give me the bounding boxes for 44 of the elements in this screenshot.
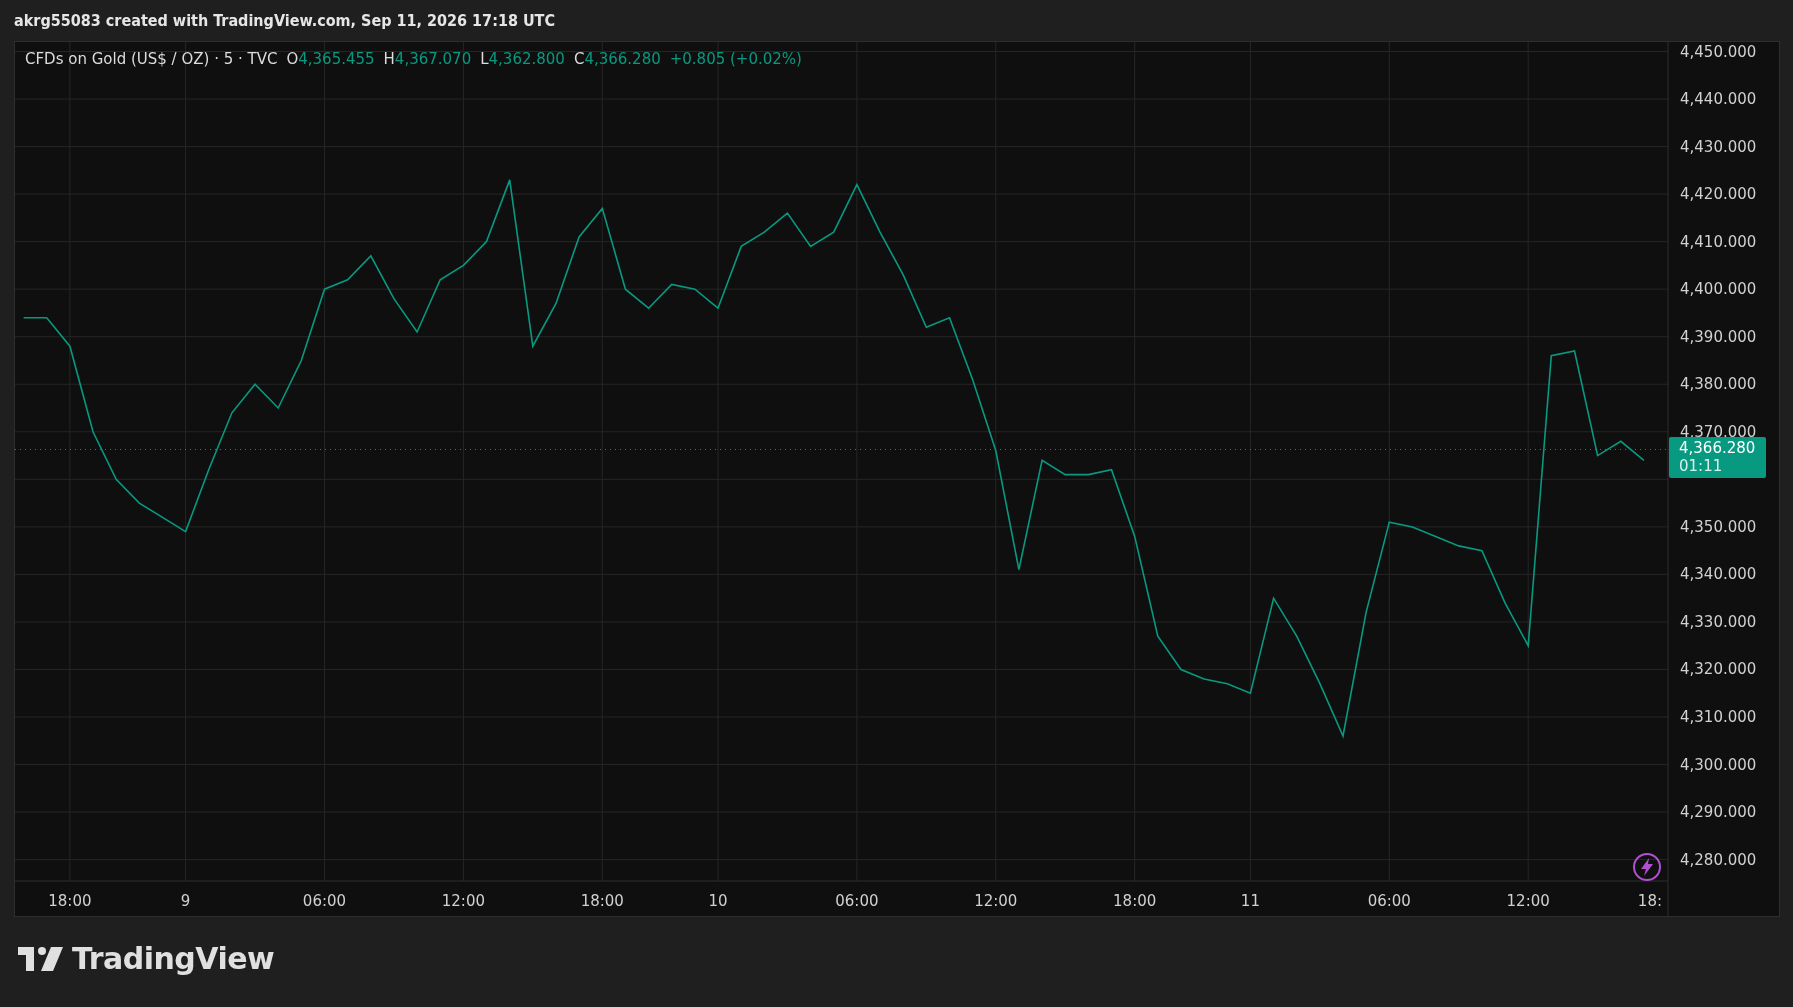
lightning-icon[interactable] — [1631, 852, 1662, 882]
price-axis-label: 4,420.000 — [1680, 185, 1757, 204]
time-axis-label: 12:00 — [1506, 892, 1550, 910]
price-axis-label: 4,310.000 — [1680, 708, 1757, 726]
price-axis-label: 4,440.000 — [1680, 90, 1757, 109]
price-axis-label: 4,330.000 — [1680, 612, 1757, 631]
price-axis-label: 4,280.000 — [1680, 850, 1757, 869]
price-axis-label: 4,430.000 — [1680, 137, 1757, 156]
price-axis-label: 4,450.000 — [1680, 42, 1757, 61]
ohlc-value: 4,365.455 — [298, 50, 375, 68]
price-axis-label: 4,410.000 — [1680, 232, 1757, 251]
ohlc-value: 4,366.280 — [584, 50, 661, 68]
time-axis-label: 06:00 — [302, 892, 347, 910]
brand-name: TradingView — [72, 941, 275, 976]
price-axis-label: 4,400.000 — [1680, 280, 1757, 299]
ohlc-label: H — [383, 50, 395, 68]
price-axis-label: 4,350.000 — [1680, 517, 1757, 536]
time-axis-label: 18: — [1637, 892, 1662, 910]
logo-icon — [18, 946, 64, 971]
time-axis-label: 18:00 — [48, 892, 92, 910]
price-change: +0.805 (+0.02%) — [669, 50, 802, 68]
price-axis-label: 4,390.000 — [1680, 327, 1757, 346]
price-badge: 4,366.280 01:11 — [1669, 437, 1766, 479]
ohlc-label: L — [480, 50, 489, 68]
price-axis-label: 4,300.000 — [1680, 755, 1757, 774]
ohlc-value: 4,362.800 — [488, 50, 565, 68]
time-axis-label: 10 — [708, 892, 728, 910]
time-axis-label: 18:00 — [1113, 892, 1157, 910]
snapshot-caption: akrg55083 created with TradingView.com, Sep 11, 2026 17:18 UTC — [14, 11, 555, 30]
symbol-title: CFDs on Gold (US$ / OZ) · 5 · TVC — [25, 50, 278, 68]
ohlc-label: O — [286, 50, 299, 68]
time-axis-label: 12:00 — [974, 892, 1018, 910]
time-axis-label: 9 — [180, 892, 191, 910]
price-axis-label: 4,340.000 — [1680, 565, 1757, 584]
time-axis-label: 18:00 — [580, 892, 624, 910]
time-axis-label: 06:00 — [835, 892, 879, 910]
time-axis-label: 06:00 — [1367, 892, 1411, 910]
ohlc-value: 4,367.070 — [394, 50, 472, 68]
time-axis-label: 12:00 — [441, 892, 485, 910]
time-axis-label: 11 — [1240, 892, 1260, 910]
price-axis-label: 4,290.000 — [1680, 803, 1757, 822]
ohlc-label: C — [573, 50, 585, 68]
price-axis-label: 4,320.000 — [1680, 660, 1757, 679]
price-axis-label: 4,380.000 — [1680, 375, 1757, 394]
